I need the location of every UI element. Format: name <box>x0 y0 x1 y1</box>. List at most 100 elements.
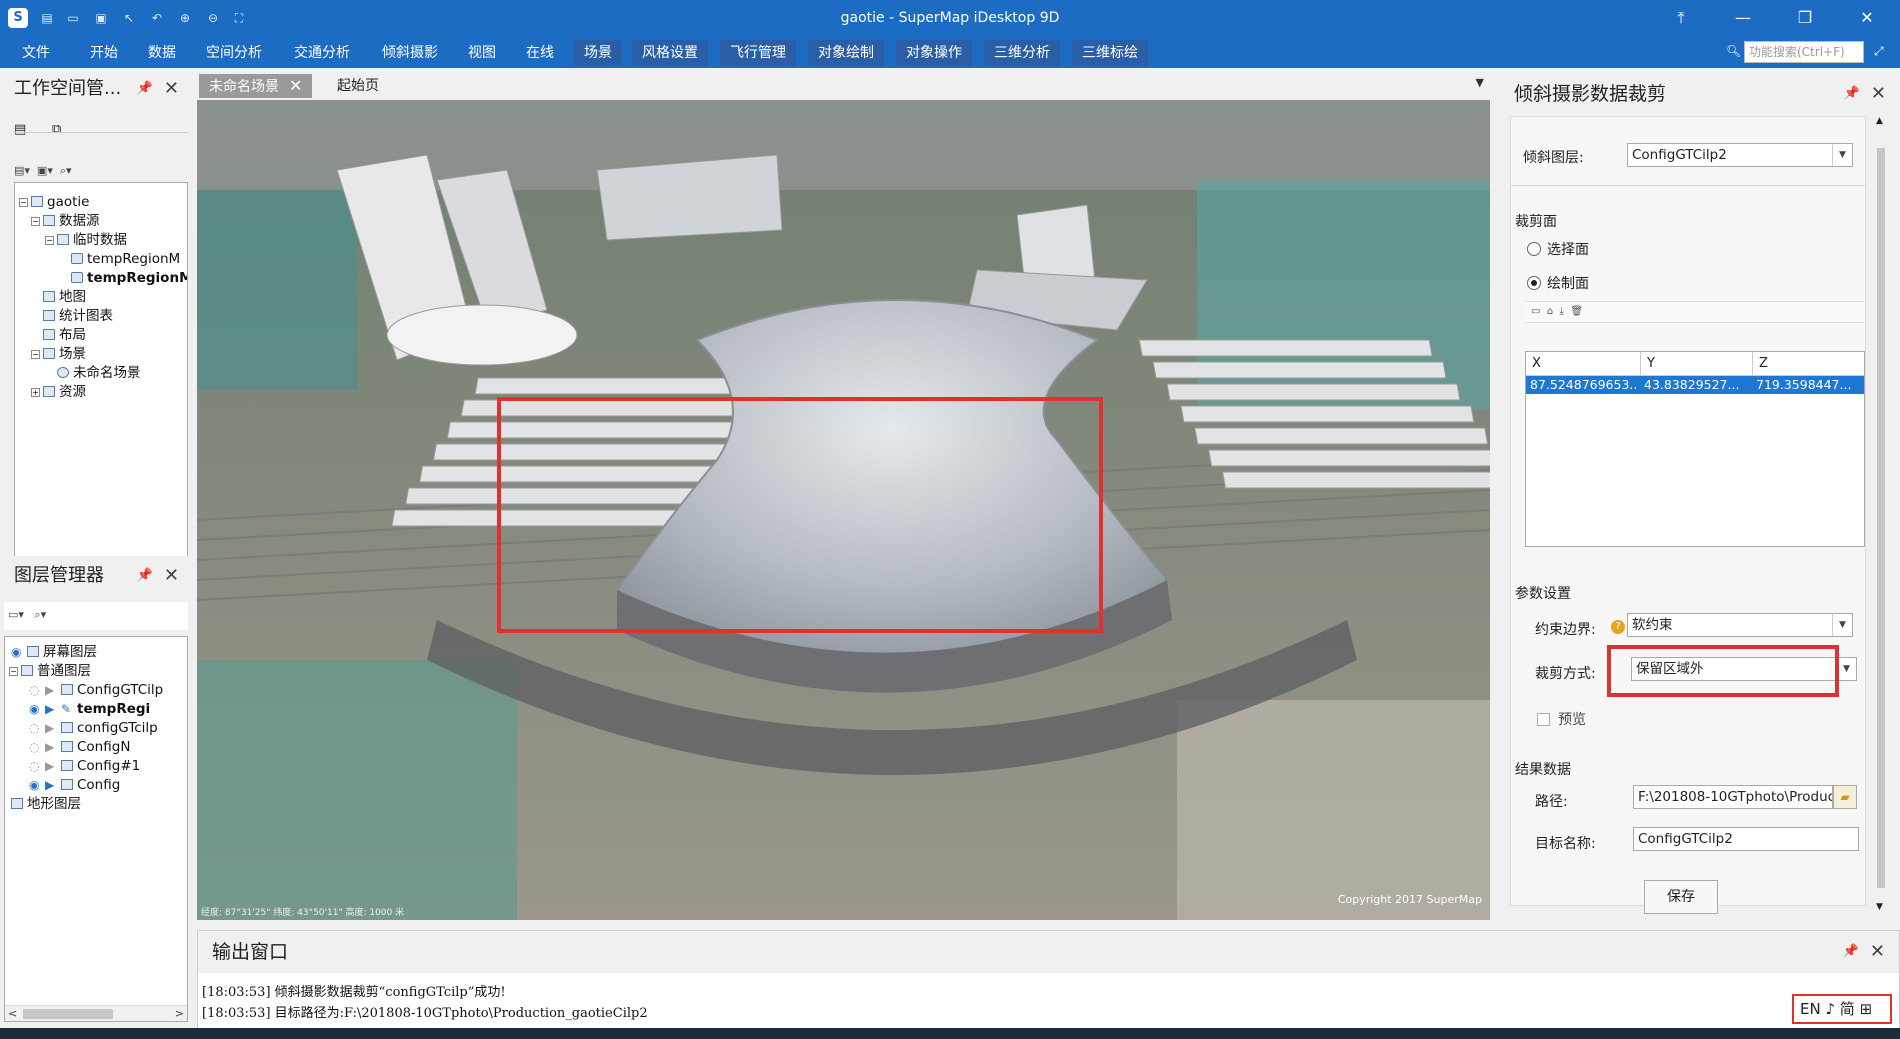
tree-item[interactable]: tempRegionM <box>71 269 187 287</box>
table-row[interactable]: 87.5248769653... 43.83829527... 719.3598… <box>1526 376 1864 394</box>
hidden-eye-icon[interactable]: ◌ <box>29 757 45 775</box>
radio-checked-icon[interactable] <box>1527 276 1541 290</box>
hidden-eye-icon[interactable]: ◌ <box>29 738 45 756</box>
close-icon[interactable]: ✕ <box>164 72 179 106</box>
import-icon[interactable]: ⤓ <box>1560 306 1564 317</box>
tab-scene[interactable]: 场景 <box>574 40 622 66</box>
horizontal-scrollbar[interactable]: < > <box>5 1005 187 1021</box>
tab-view[interactable]: 视图 <box>458 40 506 66</box>
tree-item[interactable]: 布局 <box>43 326 86 344</box>
preview-checkbox[interactable]: 预览 <box>1537 709 1586 729</box>
save-icon[interactable]: ▣ <box>92 9 110 27</box>
save-button[interactable]: 保存 <box>1644 880 1718 914</box>
tab-data[interactable]: 数据 <box>138 40 186 66</box>
selectable-icon[interactable]: ▶ <box>45 738 61 756</box>
minimize-icon[interactable]: — <box>1712 0 1774 36</box>
collapse-icon[interactable]: − <box>45 236 54 245</box>
close-icon[interactable]: ✕ <box>1870 931 1885 973</box>
radio-draw-face[interactable]: 绘制面 <box>1527 273 1589 293</box>
tab-3d-analysis[interactable]: 三维分析 <box>984 40 1060 66</box>
chevron-down-icon[interactable]: ▼ <box>1832 144 1852 166</box>
tab-flight-management[interactable]: 飞行管理 <box>720 40 796 66</box>
selectable-icon[interactable]: ▶ <box>45 719 61 737</box>
collapse-icon[interactable]: − <box>19 198 28 207</box>
tree-item[interactable]: + 资源 <box>31 383 86 401</box>
expand-icon[interactable]: ⤢ <box>1874 44 1884 59</box>
search-icon[interactable]: ⌕▾ <box>60 164 72 177</box>
close-tab-icon[interactable]: ✕ <box>289 76 302 95</box>
selectable-icon[interactable]: ▶ <box>45 700 61 718</box>
tree-item[interactable]: ◌ ▶ ConfigGTCilp <box>29 681 163 699</box>
tab-untitled-scene[interactable]: 未命名场景 ✕ <box>199 74 313 98</box>
chevron-down-icon[interactable]: ▼ <box>1832 614 1852 636</box>
tree-item[interactable]: ◌ ▶ Config#1 <box>29 757 140 775</box>
search-icon[interactable]: ⌕▾ <box>34 608 46 621</box>
tree-item[interactable]: − 临时数据 <box>45 231 127 249</box>
visible-eye-icon[interactable]: ◉ <box>11 643 27 661</box>
undo-icon[interactable]: ↶ <box>148 9 166 27</box>
tab-object-operation[interactable]: 对象操作 <box>896 40 972 66</box>
target-name-input[interactable]: ConfigGTCilp2 <box>1633 827 1859 851</box>
path-input[interactable]: F:\201808-10GTphoto\Producti <box>1633 785 1833 809</box>
pin-icon[interactable]: 📌 <box>1843 931 1859 973</box>
tab-oblique-photo[interactable]: 倾斜摄影 <box>372 40 448 66</box>
constraint-select[interactable]: 软约束 ▼ <box>1627 613 1853 637</box>
ribbon-toggle-icon[interactable]: ⤒ <box>1650 0 1712 36</box>
collapse-icon[interactable]: − <box>31 350 40 359</box>
tree-item[interactable]: − 普通图层 <box>9 662 91 680</box>
tree-item[interactable]: ◉ ▶ Config <box>29 776 120 794</box>
selectable-icon[interactable]: ▶ <box>45 681 61 699</box>
tab-traffic-analysis[interactable]: 交通分析 <box>284 40 360 66</box>
new-icon[interactable]: ▤ <box>38 9 56 27</box>
visible-eye-icon[interactable]: ◉ <box>29 776 45 794</box>
tree-item[interactable]: − 数据源 <box>31 212 100 230</box>
zoom-in-icon[interactable]: ⊕ <box>176 9 194 27</box>
delete-icon[interactable]: 🗑︎ <box>1570 306 1583 317</box>
tree-item[interactable]: ◌ ▶ ConfigN <box>29 738 130 756</box>
ime-indicator[interactable]: EN ♪ 简 ⊞ <box>1792 994 1892 1024</box>
expand-icon[interactable]: + <box>31 388 40 397</box>
selectable-icon[interactable]: ▶ <box>45 776 61 794</box>
pin-icon[interactable]: 📌 <box>137 72 153 106</box>
hidden-eye-icon[interactable]: ◌ <box>29 719 45 737</box>
pointer-icon[interactable]: ↖ <box>120 9 138 27</box>
chevron-down-icon[interactable]: ▼ <box>1836 658 1856 680</box>
collapse-icon[interactable]: − <box>31 217 40 226</box>
tab-3d-plotting[interactable]: 三维标绘 <box>1072 40 1148 66</box>
tree-item[interactable]: 统计图表 <box>43 307 113 325</box>
radio-icon[interactable] <box>1527 242 1541 256</box>
radio-select-face[interactable]: 选择面 <box>1527 239 1589 259</box>
save-workspace-icon[interactable]: ▣▾ <box>37 164 53 177</box>
folder-icon[interactable]: ▰ <box>1833 785 1857 809</box>
selectable-icon[interactable]: ▶ <box>45 757 61 775</box>
tab-file[interactable]: 文件 <box>12 40 60 66</box>
full-extent-icon[interactable]: ⛶ <box>230 9 248 27</box>
function-search-input[interactable]: 功能搜索(Ctrl+F) <box>1744 41 1864 63</box>
tab-object-drawing[interactable]: 对象绘制 <box>808 40 884 66</box>
close-icon[interactable]: ✕ <box>1836 0 1898 36</box>
close-icon[interactable]: ✕ <box>1871 72 1886 116</box>
zoom-out-icon[interactable]: ⊖ <box>204 9 222 27</box>
open-workspace-icon[interactable]: ▤▾ <box>14 164 30 177</box>
tab-online[interactable]: 在线 <box>516 40 564 66</box>
tab-list-dropdown-icon[interactable]: ▼ <box>1476 76 1484 89</box>
tree-item[interactable]: 地形图层 <box>11 795 81 813</box>
scroll-left-icon[interactable]: < <box>8 1006 17 1021</box>
pin-icon[interactable]: 📌 <box>1844 72 1860 116</box>
vertical-scrollbar[interactable]: ▲ ▼ <box>1874 116 1888 912</box>
tab-spatial-analysis[interactable]: 空间分析 <box>196 40 272 66</box>
tree-item[interactable]: ◉ ▶ ✎ tempRegi <box>29 700 150 718</box>
scroll-up-icon[interactable]: ▲ <box>1876 116 1883 126</box>
tree-item[interactable]: ◉ 屏幕图层 <box>11 643 97 661</box>
collapse-icon[interactable]: − <box>9 667 18 676</box>
checkbox-icon[interactable] <box>1537 713 1550 726</box>
polygon-tool-icon[interactable]: ⌂ <box>1547 306 1553 317</box>
scroll-right-icon[interactable]: > <box>175 1006 184 1021</box>
tab-start[interactable]: 开始 <box>80 40 128 66</box>
open-icon[interactable]: ▭ <box>64 9 82 27</box>
tree-item[interactable]: ◌ ▶ configGTcilp <box>29 719 158 737</box>
tree-item[interactable]: − 场景 <box>31 345 86 363</box>
tree-item[interactable]: 未命名场景 <box>57 364 141 382</box>
3d-scene-viewport[interactable]: 经度: 87°31'25" 纬度: 43°50'11" 高度: 1000 米 C… <box>197 100 1490 920</box>
hidden-eye-icon[interactable]: ◌ <box>29 681 45 699</box>
